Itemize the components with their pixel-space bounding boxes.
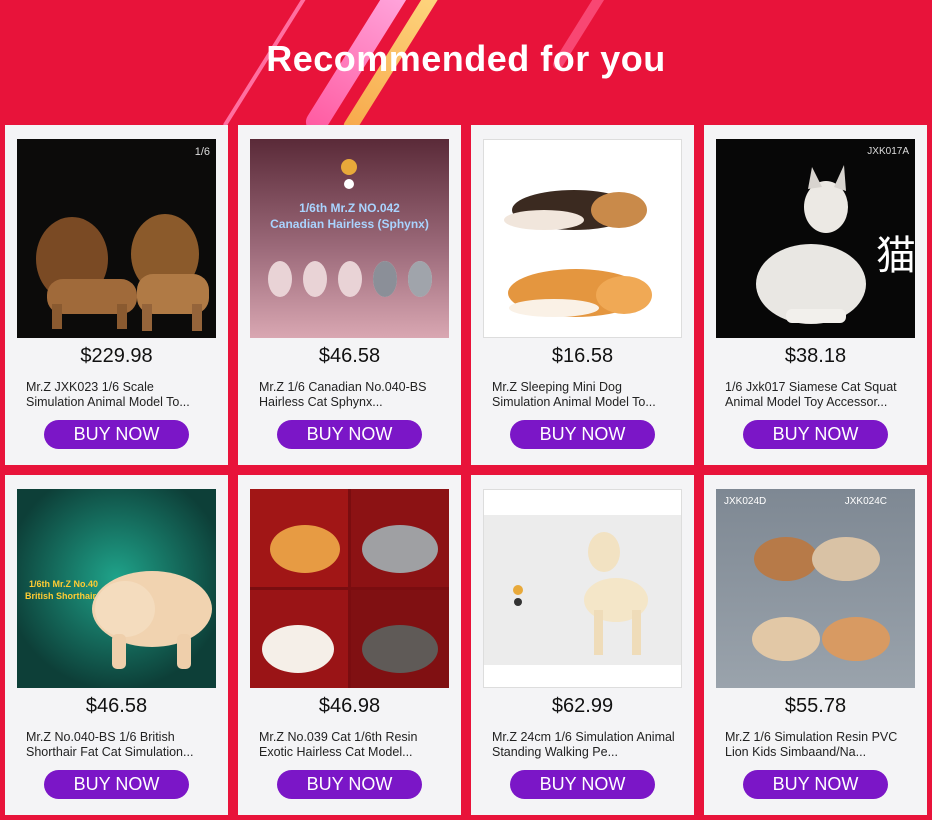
product-image-sphynx[interactable]: 1/6th Mr.Z NO.042 Canadian Hairless (Sph… [250,139,449,338]
svg-text:猫: 猫 [876,233,915,279]
siamese-cat-image: 猫 [756,165,915,324]
product-name[interactable]: 1/6 Jxk017 Siamese Cat Squat Animal Mode… [725,380,909,410]
product-tag: JXK024C [844,496,887,507]
lion-figures-image [36,214,209,331]
product-name[interactable]: Mr.Z 1/6 Canadian No.040-BS Hairless Cat… [259,380,443,410]
product-image-lion-cubs[interactable]: JXK024D JXK024C [716,489,915,688]
product-image-shorthair[interactable]: 1/6th Mr.Z No.40 British Shorthair [17,489,216,688]
sleeping-corgis-image [504,190,652,317]
page-title: Recommended for you [266,38,666,79]
header-banner: Recommended for you [0,0,932,125]
product-tag: British Shorthair [25,591,97,601]
product-price: $55.78 [784,695,847,717]
product-card[interactable]: JXK024D JXK024C $55.78 Mr.Z 1/6 Simulati… [704,475,927,815]
buy-now-button[interactable]: BUY NOW [277,420,422,449]
buy-now-button[interactable]: BUY NOW [743,770,888,799]
product-price: $46.58 [85,695,148,717]
product-tag: 1/6 [194,146,210,158]
product-price: $16.58 [551,345,614,367]
exotic-cats-image [250,489,449,688]
product-price: $46.58 [318,345,381,367]
product-card[interactable]: 猫 JXK017A $38.18 1/6 Jxk017 Siamese Cat … [704,125,927,465]
product-card[interactable]: 1/6 $229.98 Mr.Z JXK023 1/6 Scale Simula… [5,125,228,465]
product-name[interactable]: Mr.Z Sleeping Mini Dog Simulation Animal… [492,380,676,410]
buy-now-button[interactable]: BUY NOW [743,420,888,449]
product-price: $229.98 [80,345,153,367]
product-card[interactable]: $16.58 Mr.Z Sleeping Mini Dog Simulation… [471,125,694,465]
product-image-exotic-cats[interactable] [250,489,449,688]
product-image-siamese[interactable]: 猫 JXK017A [716,139,915,338]
product-name[interactable]: Mr.Z No.039 Cat 1/6th Resin Exotic Hairl… [259,730,443,760]
product-tag: 1/6th Mr.Z No.40 [29,579,99,589]
product-name[interactable]: Mr.Z No.040-BS 1/6 British Shorthair Fat… [26,730,210,760]
product-price: $46.98 [318,695,381,717]
product-name[interactable]: Mr.Z 1/6 Simulation Resin PVC Lion Kids … [725,730,909,760]
product-name[interactable]: Mr.Z JXK023 1/6 Scale Simulation Animal … [26,380,210,410]
buy-now-button[interactable]: BUY NOW [510,770,655,799]
product-image-corgis[interactable] [483,139,682,338]
product-tag: JXK024D [724,496,767,507]
product-card[interactable]: 1/6th Mr.Z NO.042 Canadian Hairless (Sph… [238,125,461,465]
buy-now-button[interactable]: BUY NOW [277,770,422,799]
product-tag: 1/6th Mr.Z NO.042 [299,201,400,215]
buy-now-button[interactable]: BUY NOW [44,770,189,799]
product-card[interactable]: 1/6th Mr.Z No.40 British Shorthair $46.5… [5,475,228,815]
product-tag: JXK017A [867,146,909,157]
buy-now-button[interactable]: BUY NOW [44,420,189,449]
product-tag: Canadian Hairless (Sphynx) [270,217,429,231]
lion-cubs-image [752,537,890,661]
product-image-labrador[interactable] [483,489,682,688]
labrador-image [484,515,681,665]
product-price: $38.18 [784,345,847,367]
product-image-lions[interactable]: 1/6 [17,139,216,338]
product-price: $62.99 [551,695,614,717]
product-card[interactable]: $46.98 Mr.Z No.039 Cat 1/6th Resin Exoti… [238,475,461,815]
product-card[interactable]: $62.99 Mr.Z 24cm 1/6 Simulation Animal S… [471,475,694,815]
sphynx-cats-image [268,159,432,297]
buy-now-button[interactable]: BUY NOW [510,420,655,449]
product-name[interactable]: Mr.Z 24cm 1/6 Simulation Animal Standing… [492,730,676,760]
